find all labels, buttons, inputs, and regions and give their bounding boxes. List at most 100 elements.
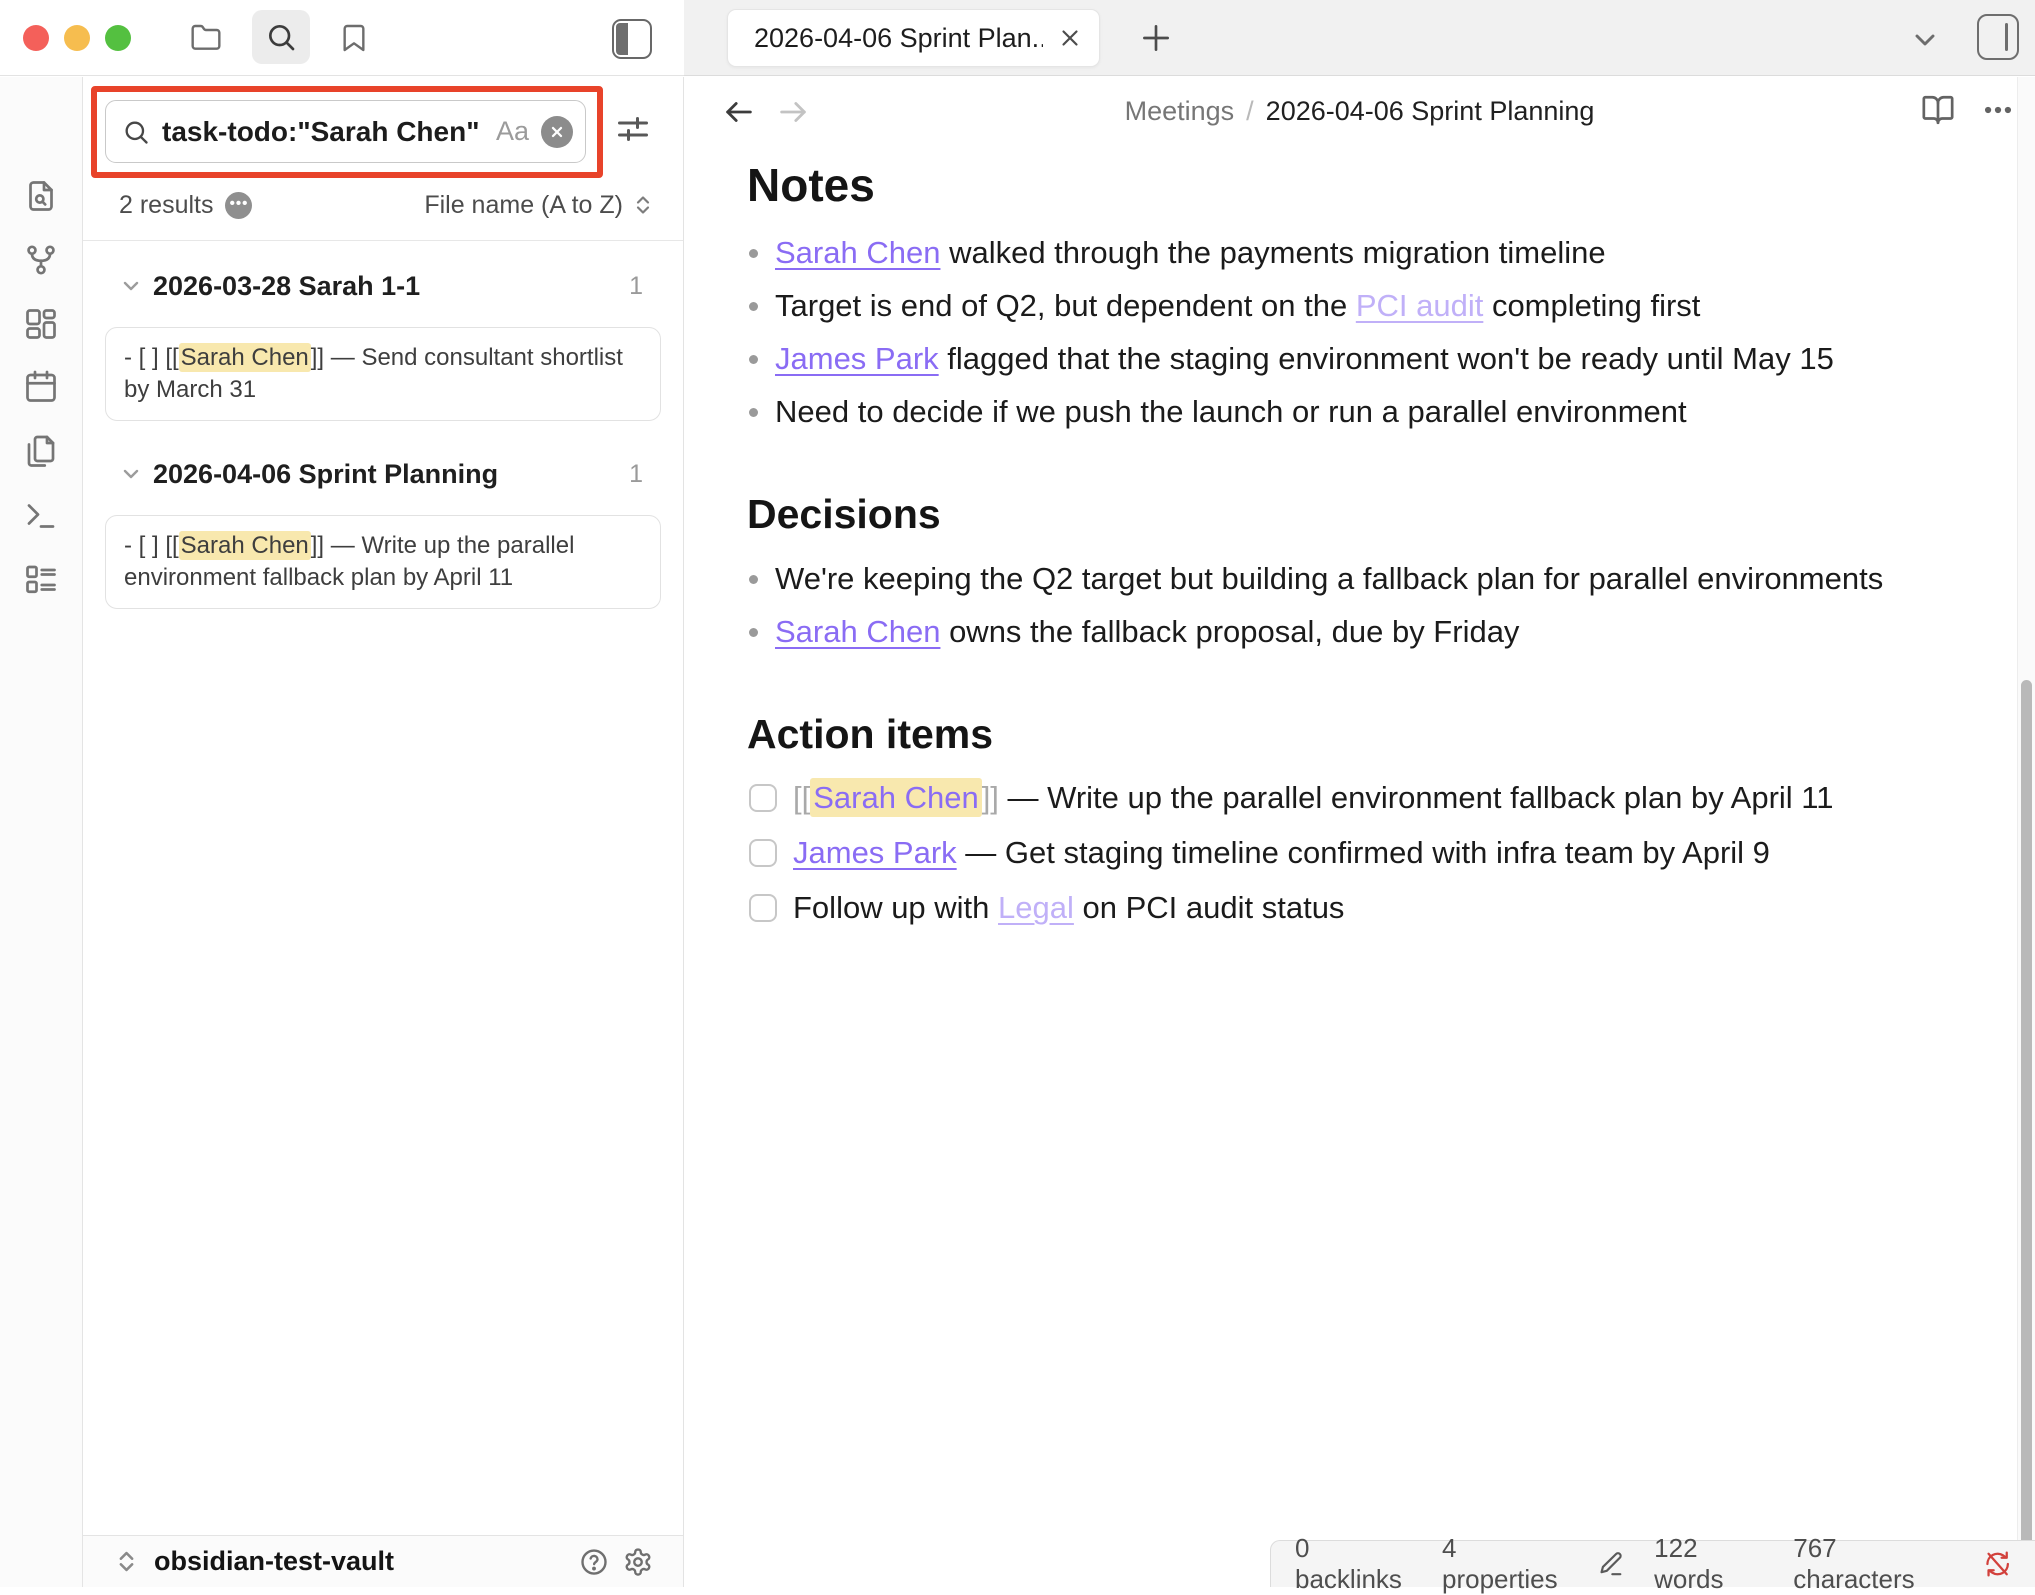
wikilink[interactable]: Sarah Chen — [810, 778, 981, 817]
result-count-badge: 1 — [629, 272, 643, 301]
word-count[interactable]: 122 words — [1654, 1533, 1763, 1595]
text-span: walked through the payments migration ti… — [940, 235, 1605, 270]
text-span: We're keeping the Q2 target but building… — [775, 561, 1883, 596]
text-span: Follow up with — [793, 890, 998, 925]
tab-active[interactable]: 2026-04-06 Sprint Plan... — [727, 9, 1100, 67]
snippet-text: - [ ] [[ — [124, 532, 179, 559]
chevron-down-icon — [119, 274, 143, 298]
search-input-icon — [122, 118, 150, 146]
main-pane: 2026-04-06 Sprint Plan... Meetings / 202… — [684, 0, 2035, 1587]
wikilink[interactable]: PCI audit — [1356, 288, 1484, 323]
tab-bar: 2026-04-06 Sprint Plan... — [684, 0, 2035, 76]
reading-view-icon[interactable] — [1921, 93, 1955, 127]
result-count-badge: 1 — [629, 460, 643, 489]
list-icon[interactable] — [23, 561, 59, 597]
breadcrumb-folder[interactable]: Meetings — [1125, 96, 1235, 127]
snippet-match: Sarah Chen — [179, 343, 311, 372]
breadcrumb-separator: / — [1246, 96, 1254, 127]
wikilink-bracket: ]] — [982, 780, 999, 815]
sidebar-left-toggle-icon[interactable] — [612, 19, 652, 59]
note-heading: Notes — [747, 158, 1997, 212]
window-minimize-button[interactable] — [64, 25, 90, 51]
result-group-header[interactable]: 2026-03-28 Sarah 1-1 1 — [83, 267, 683, 305]
tab-list-chevron-icon[interactable] — [1909, 24, 1941, 56]
search-icon — [265, 21, 297, 53]
terminal-icon[interactable] — [23, 498, 59, 534]
sort-order-button[interactable]: File name (A to Z) — [424, 191, 655, 220]
snippet-match: Sarah Chen — [179, 531, 311, 560]
bookmark-icon[interactable] — [338, 22, 370, 54]
calendar-icon[interactable] — [23, 369, 59, 405]
character-count[interactable]: 767 characters — [1793, 1533, 1949, 1595]
task-item: [[Sarah Chen]] — Write up the parallel e… — [747, 774, 1997, 822]
canvas-icon[interactable] — [23, 306, 59, 342]
breadcrumb-current[interactable]: 2026-04-06 Sprint Planning — [1266, 96, 1595, 127]
properties-count[interactable]: 4 properties — [1442, 1533, 1567, 1595]
left-ribbon — [0, 77, 83, 1587]
search-results-list: 2026-03-28 Sarah 1-1 1 - [ ] [[Sarah Che… — [83, 240, 683, 1535]
results-count: 2 results — [119, 191, 213, 220]
wikilink[interactable]: James Park — [775, 341, 939, 376]
result-group-header[interactable]: 2026-04-06 Sprint Planning 1 — [83, 455, 683, 493]
search-input[interactable] — [162, 116, 484, 148]
search-result-item[interactable]: - [ ] [[Sarah Chen]] — Write up the para… — [105, 515, 661, 609]
wikilink[interactable]: Sarah Chen — [775, 614, 940, 649]
bullet-item: Sarah Chen walked through the payments m… — [747, 228, 1997, 278]
backlinks-count[interactable]: 0 backlinks — [1295, 1533, 1412, 1595]
titlebar — [0, 0, 684, 76]
chevrons-up-down-icon — [631, 193, 655, 217]
snippet-text: - [ ] [[ — [124, 344, 179, 371]
task-text: [[Sarah Chen]] — Write up the parallel e… — [793, 774, 1834, 822]
sidebar-right-toggle-icon[interactable] — [1977, 14, 2019, 60]
chevrons-up-down-icon — [113, 1548, 140, 1575]
wikilink[interactable]: James Park — [793, 835, 957, 870]
text-span: Need to decide if we push the launch or … — [775, 394, 1687, 429]
note-editor[interactable]: Notes Sarah Chen walked through the payme… — [747, 150, 1997, 939]
bullet-item: Target is end of Q2, but dependent on th… — [747, 281, 1997, 331]
help-icon[interactable] — [579, 1547, 609, 1577]
task-checkbox[interactable] — [749, 839, 777, 867]
search-settings-icon[interactable] — [615, 111, 651, 147]
scrollbar-track[interactable] — [2017, 77, 2035, 1587]
result-file-name: 2026-04-06 Sprint Planning — [153, 459, 498, 490]
close-icon — [549, 124, 565, 140]
task-item: James Park — Get staging timeline confir… — [747, 829, 1997, 877]
search-results-info: 2 results ••• File name (A to Z) — [119, 185, 655, 225]
window-close-button[interactable] — [23, 25, 49, 51]
note-heading: Action items — [747, 711, 1997, 758]
search-result-item[interactable]: - [ ] [[Sarah Chen]] — Send consultant s… — [105, 327, 661, 421]
wikilink[interactable]: Sarah Chen — [775, 235, 940, 270]
sort-order-label: File name (A to Z) — [424, 191, 623, 220]
graph-icon[interactable] — [23, 242, 59, 278]
vault-switcher[interactable]: obsidian-test-vault — [83, 1535, 683, 1587]
gear-icon[interactable] — [623, 1547, 653, 1577]
new-tab-icon[interactable] — [1136, 18, 1176, 58]
tab-close-icon[interactable] — [1057, 25, 1083, 51]
bullet-item: James Park flagged that the staging envi… — [747, 334, 1997, 384]
text-span: owns the fallback proposal, due by Frida… — [940, 614, 1519, 649]
more-options-icon[interactable] — [1981, 93, 2015, 127]
wikilink[interactable]: Legal — [998, 890, 1074, 925]
file-search-icon[interactable] — [23, 178, 59, 214]
task-text: James Park — Get staging timeline confir… — [793, 829, 1770, 877]
bullet-item: Need to decide if we push the launch or … — [747, 387, 1997, 437]
search-more-options-icon[interactable]: ••• — [225, 192, 252, 219]
task-checkbox[interactable] — [749, 784, 777, 812]
window-zoom-button[interactable] — [105, 25, 131, 51]
text-span: flagged that the staging environment won… — [939, 341, 1834, 376]
note-heading: Decisions — [747, 491, 1997, 538]
match-case-toggle[interactable]: Aa — [496, 116, 529, 147]
files-icon[interactable] — [23, 434, 59, 470]
sync-off-icon[interactable] — [1984, 1549, 2011, 1579]
bullet-item: We're keeping the Q2 target but building… — [747, 554, 1997, 604]
scrollbar-thumb[interactable] — [2021, 680, 2032, 1583]
task-item: Follow up with Legal on PCI audit status — [747, 884, 1997, 932]
bullet-item: Sarah Chen owns the fallback proposal, d… — [747, 607, 1997, 657]
search-box: Aa — [105, 100, 586, 163]
edit-mode-pencil-icon[interactable] — [1597, 1549, 1624, 1579]
folder-icon[interactable] — [190, 22, 222, 54]
search-view-button[interactable] — [252, 10, 310, 64]
clear-search-button[interactable] — [541, 116, 573, 148]
chevron-down-icon — [119, 462, 143, 486]
task-checkbox[interactable] — [749, 894, 777, 922]
